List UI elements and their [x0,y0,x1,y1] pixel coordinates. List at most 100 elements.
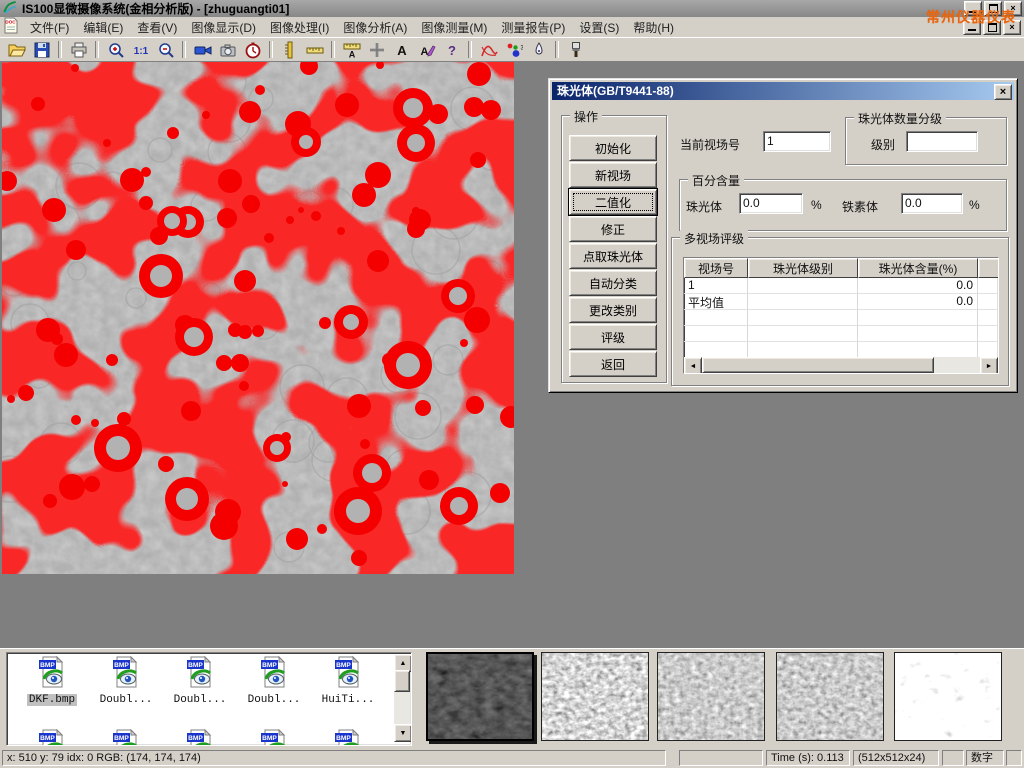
dialog-title-bar[interactable]: 珠光体(GB/T9441-88) × [552,82,1014,100]
micrograph-image[interactable] [2,62,514,574]
status-bar: x: 510 y: 79 idx: 0 RGB: (174, 174, 174)… [0,747,1024,768]
minimize-button[interactable] [964,1,982,16]
help-icon[interactable]: ? [439,39,464,60]
menu-item-8[interactable]: 测量报告(P) [494,17,572,38]
svg-text:BMP: BMP [40,662,55,669]
operation-button-6[interactable]: 自动分类 [569,270,657,296]
annotate-icon[interactable]: A [414,39,439,60]
save-icon[interactable] [29,39,54,60]
menu-item-3[interactable]: 查看(V) [130,17,184,38]
svg-text:BMP: BMP [262,662,277,669]
file-item-partial[interactable]: BMP [239,729,309,746]
operation-button-3[interactable]: 二值化 [569,189,657,215]
curve-tool-icon[interactable] [476,39,501,60]
menu-item-4[interactable]: 图像显示(D) [184,17,263,38]
video-camera-icon[interactable] [190,39,215,60]
measure-text-icon[interactable]: A [339,39,364,60]
table-column-header[interactable]: 铁素体含量(%) [978,258,999,278]
zoom-out-icon[interactable] [153,39,178,60]
operation-button-8[interactable]: 评级 [569,324,657,350]
file-scrollbar-thumb[interactable] [394,670,410,692]
file-name[interactable]: HuiTi... [320,694,377,706]
caliper-icon[interactable] [277,39,302,60]
dialog-title: 珠光体(GB/T9441-88) [557,84,674,98]
svg-text:DOC: DOC [5,20,16,25]
current-field-input[interactable]: 1 [763,131,831,152]
grade-input[interactable] [906,131,978,152]
micrograph-thumb-5[interactable] [894,652,1002,741]
scrollbar-thumb[interactable] [702,357,934,373]
file-name[interactable]: Doubl... [98,694,155,706]
operation-button-2[interactable]: 新视场 [569,162,657,188]
ruler-icon[interactable] [302,39,327,60]
table-cell [748,326,858,342]
operation-button-5[interactable]: 点取珠光体 [569,243,657,269]
grid-tool-icon[interactable] [364,39,389,60]
file-name[interactable]: DKF.bmp [27,694,77,706]
file-item-partial[interactable]: BMP [313,729,383,746]
file-item[interactable]: BMP DKF.bmp [17,656,87,706]
bmp-file-icon: BMP [333,677,363,691]
table-cell: 1 [684,278,748,294]
operation-button-4[interactable]: 修正 [569,216,657,242]
operation-button-1[interactable]: 初始化 [569,135,657,161]
bmp-file-icon: BMP [111,677,141,691]
menu-item-6[interactable]: 图像分析(A) [336,17,414,38]
file-item[interactable]: BMP Doubl... [239,656,309,706]
micrograph-thumb-2[interactable] [541,652,649,741]
timer-icon[interactable] [240,39,265,60]
table-column-header[interactable]: 视场号 [684,258,748,278]
scroll-left-icon[interactable]: ◄ [684,357,702,374]
file-item-partial[interactable]: BMP [91,729,161,746]
print-icon[interactable] [66,39,91,60]
file-name[interactable]: Doubl... [246,694,303,706]
table-row[interactable] [684,326,999,342]
zoom-in-icon[interactable] [103,39,128,60]
table-row[interactable] [684,310,999,326]
file-item-partial[interactable]: BMP [17,729,87,746]
actual-size-icon[interactable]: 1:1 [128,39,153,60]
table-row[interactable]: 平均值0.0 [684,294,999,310]
table-column-header[interactable]: 珠光体级别 [748,258,858,278]
mdi-close-button[interactable]: × [1003,20,1021,35]
scroll-right-icon[interactable]: ► [980,357,998,374]
table-row[interactable]: 10.0 [684,278,999,294]
svg-text:BMP: BMP [114,735,129,742]
file-item-partial[interactable]: BMP [165,729,235,746]
pen-tool-icon[interactable] [526,39,551,60]
file-item[interactable]: BMP HuiTi... [313,656,383,706]
restore-button[interactable] [984,1,1002,16]
micrograph-thumb-3[interactable] [657,652,765,741]
menu-item-2[interactable]: 编辑(E) [76,17,130,38]
menu-item-1[interactable]: 文件(F) [23,17,76,38]
open-file-icon[interactable] [4,39,29,60]
micrograph-thumb-1[interactable] [426,652,534,741]
table-column-header[interactable]: 珠光体含量(%) [858,258,978,278]
table-horizontal-scrollbar[interactable]: ◄ ► [684,357,998,373]
menu-item-7[interactable]: 图像测量(M) [414,17,494,38]
close-button[interactable]: × [1004,1,1022,16]
status-panel-empty-2 [942,750,964,766]
table-cell [978,278,999,294]
file-item[interactable]: BMPDoubl... [165,656,235,706]
menu-item-10[interactable]: 帮助(H) [626,17,681,38]
pearlite-percent-input[interactable]: 0.0 [739,193,803,214]
mdi-minimize-button[interactable] [963,20,981,35]
file-item[interactable]: BMP Doubl... [91,656,161,706]
file-list-scrollbar[interactable]: ▲ ▼ [394,654,410,742]
operation-button-7[interactable]: 更改类别 [569,297,657,323]
scroll-down-icon[interactable]: ▼ [394,724,412,742]
ferrite-percent-input[interactable]: 0.0 [901,193,963,214]
text-icon[interactable]: A [389,39,414,60]
file-name[interactable]: Doubl... [172,694,229,706]
camera-icon[interactable] [215,39,240,60]
menu-item-5[interactable]: 图像处理(I) [263,17,336,38]
micrograph-thumb-4[interactable] [776,652,884,741]
dialog-close-icon[interactable]: × [994,84,1012,100]
mdi-restore-button[interactable] [983,20,1001,35]
operation-button-9[interactable]: 返回 [569,351,657,377]
menu-item-9[interactable]: 设置(S) [572,17,626,38]
classify-icon[interactable]: 3 [501,39,526,60]
table-row[interactable] [684,342,999,358]
brush-icon[interactable] [563,39,588,60]
